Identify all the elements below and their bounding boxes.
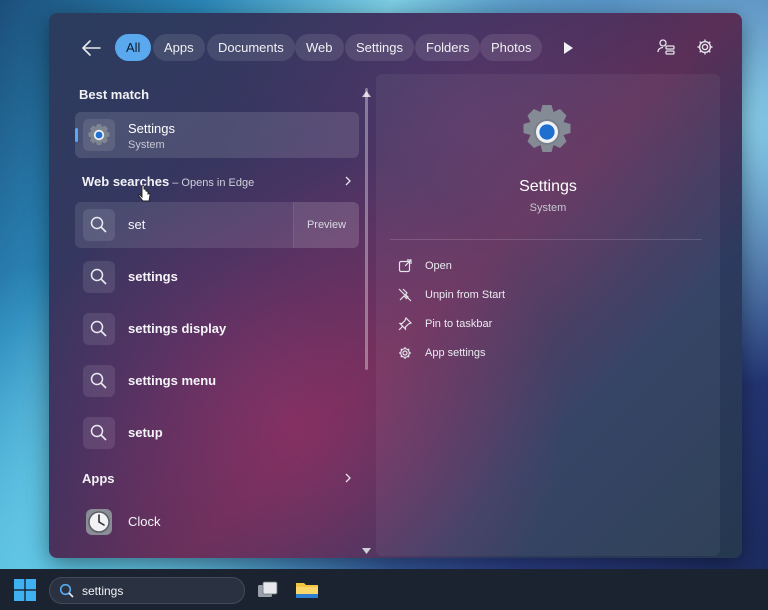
task-view-icon[interactable] [256, 579, 280, 601]
web-searches-heading[interactable]: Web searches – Opens in Edge [82, 174, 254, 189]
filter-documents[interactable]: Documents [207, 34, 295, 61]
windows-start-icon[interactable] [14, 579, 36, 601]
filter-all[interactable]: All [115, 34, 152, 61]
web-search-label: setup [128, 425, 163, 440]
web-search-item-settings-menu[interactable]: settings menu [75, 358, 359, 404]
best-match-title: Settings [128, 121, 175, 136]
web-search-item-settings-display[interactable]: settings display [75, 306, 359, 352]
web-searches-label: Web searches [82, 174, 170, 189]
search-icon [83, 261, 115, 293]
search-icon [83, 417, 115, 449]
action-label: Pin to taskbar [425, 318, 493, 330]
filter-web[interactable]: Web [295, 34, 344, 61]
detail-title: Settings [519, 178, 577, 195]
preview-button[interactable]: Preview [293, 202, 359, 248]
app-item-clock[interactable]: Clock [75, 499, 359, 545]
action-label: App settings [425, 347, 486, 359]
more-filters-play-icon[interactable] [560, 39, 576, 57]
web-searches-chevron-icon[interactable] [343, 174, 353, 186]
best-match-settings-item[interactable]: Settings System [75, 112, 359, 158]
filter-folders[interactable]: Folders [415, 34, 481, 61]
filter-photos[interactable]: Photos [480, 34, 543, 61]
web-searches-note: – Opens in Edge [169, 177, 255, 189]
taskbar-search-text: settings [82, 584, 124, 598]
web-search-label: settings display [128, 321, 227, 336]
settings-large-icon [515, 100, 579, 164]
search-icon [83, 313, 115, 345]
web-search-item-set[interactable]: set Preview [75, 202, 359, 248]
apps-heading[interactable]: Apps [82, 471, 115, 486]
account-switch-icon[interactable] [656, 37, 676, 57]
filter-apps[interactable]: Apps [153, 34, 205, 61]
clock-icon [83, 506, 115, 538]
action-label: Open [425, 260, 452, 272]
open-external-icon [398, 259, 412, 273]
web-search-label: settings [128, 269, 178, 284]
filter-settings[interactable]: Settings [345, 34, 414, 61]
web-search-item-settings[interactable]: settings [75, 254, 359, 300]
detail-divider [390, 239, 702, 240]
taskbar: settings [0, 569, 768, 610]
detail-subtitle: System [529, 202, 567, 214]
back-arrow-icon[interactable] [78, 36, 106, 60]
gear-icon [398, 346, 412, 360]
file-explorer-icon[interactable] [295, 579, 319, 601]
detail-pane: Settings System Open Unpin from Start Pi… [376, 74, 720, 556]
app-label: Clock [128, 514, 161, 529]
search-icon [59, 583, 74, 598]
web-search-label: settings menu [128, 373, 217, 388]
action-label: Unpin from Start [425, 289, 506, 301]
scroll-down-arrow-icon[interactable] [362, 541, 371, 554]
search-icon-box [83, 209, 115, 241]
settings-gear-icon[interactable] [695, 37, 715, 57]
pin-icon [398, 316, 413, 331]
web-search-label: set [128, 217, 146, 232]
taskbar-search-input[interactable]: settings [49, 577, 245, 604]
scrollbar-thumb[interactable] [365, 88, 368, 370]
settings-app-icon [83, 119, 115, 151]
apps-chevron-icon[interactable] [343, 471, 353, 483]
best-match-heading: Best match [79, 87, 150, 102]
selection-accent [75, 128, 78, 142]
web-search-item-setup[interactable]: setup [75, 410, 359, 456]
unpin-icon [398, 288, 412, 302]
best-match-subtitle: System [128, 139, 165, 151]
search-icon [83, 365, 115, 397]
